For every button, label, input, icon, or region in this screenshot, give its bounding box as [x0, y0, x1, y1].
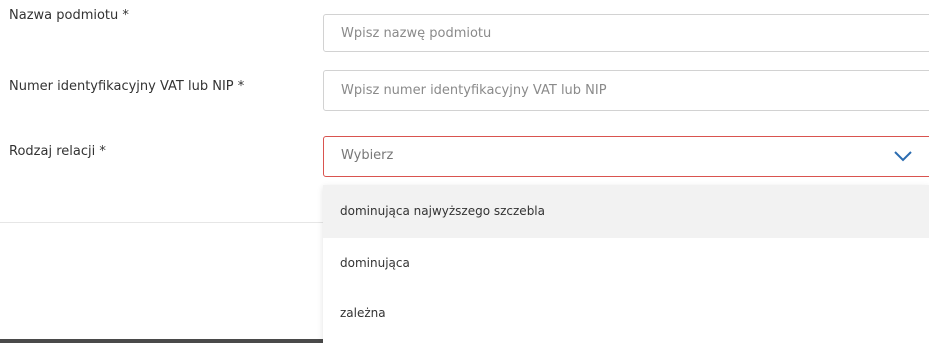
relation-type-select[interactable]: Wybierz [323, 136, 929, 177]
entity-name-label: Nazwa podmiotu * [9, 8, 129, 23]
relation-type-label: Rodzaj relacji * [9, 144, 106, 159]
entity-name-input[interactable] [323, 14, 929, 52]
dropdown-option[interactable]: dominująca [323, 238, 929, 288]
dropdown-option[interactable]: dominująca najwyższego szczebla [323, 185, 929, 238]
relation-type-dropdown: dominująca najwyższego szczebla dominują… [323, 185, 929, 343]
dropdown-option[interactable]: zależna [323, 288, 929, 338]
vat-id-label: Numer identyfikacyjny VAT lub NIP * [9, 79, 245, 94]
bottom-bar [0, 339, 323, 343]
relation-form: Nazwa podmiotu * Numer identyfikacyjny V… [0, 0, 929, 343]
section-divider [0, 222, 323, 223]
vat-id-input[interactable] [323, 70, 929, 111]
relation-type-selected-value: Wybierz [341, 148, 394, 163]
chevron-down-icon[interactable] [892, 147, 914, 165]
